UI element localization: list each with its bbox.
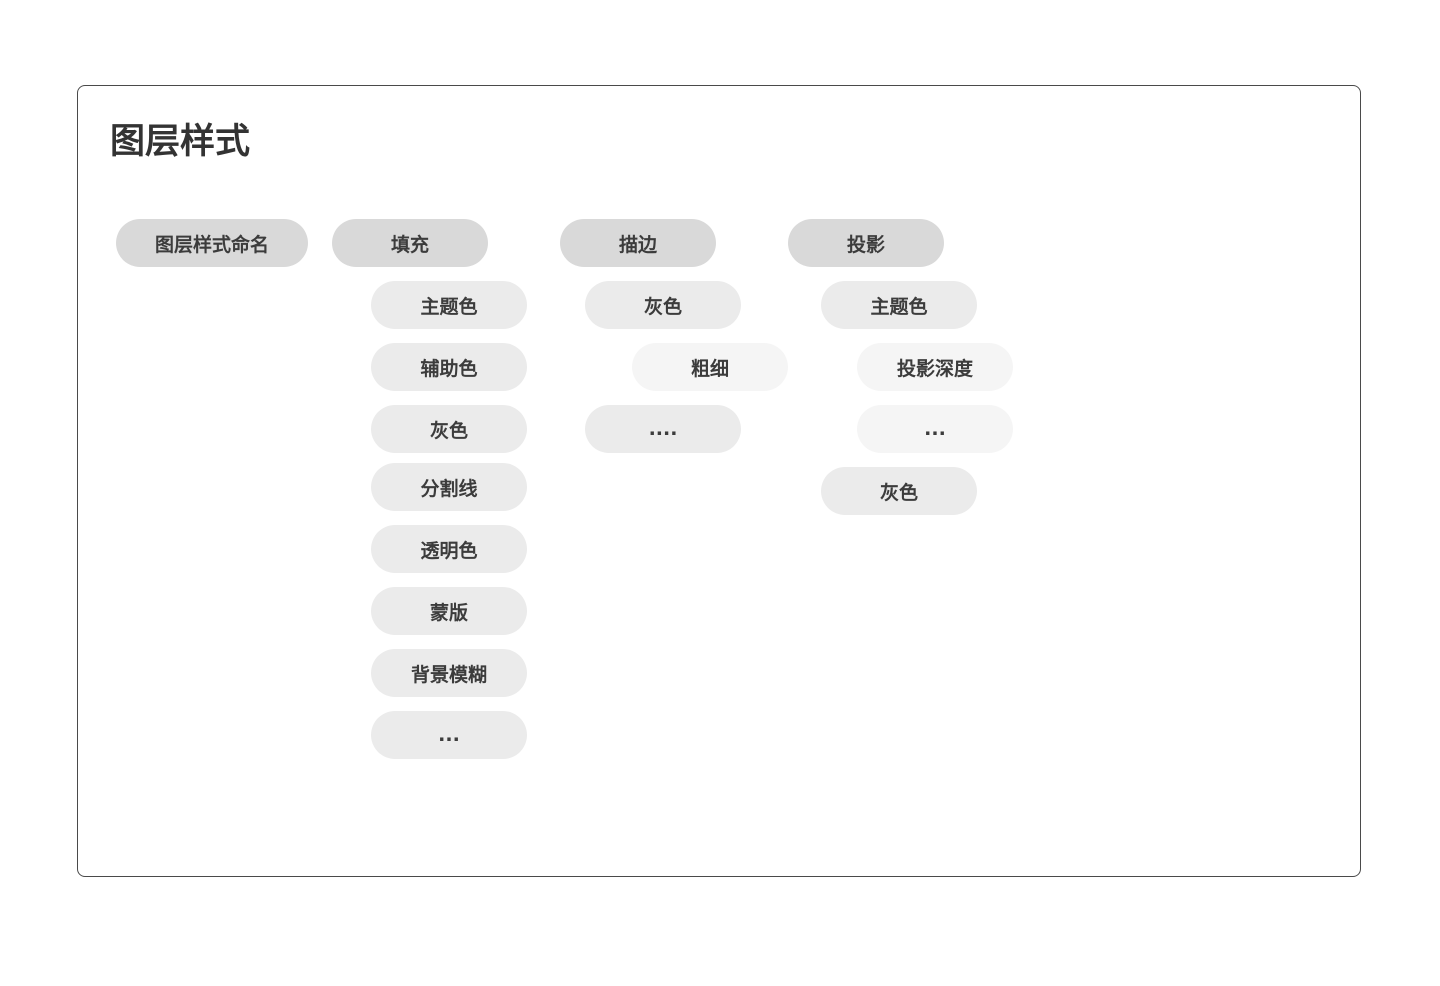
fill-item-background-blur: 背景模糊	[371, 649, 527, 697]
header-fill: 填充	[332, 219, 488, 267]
shadow-item-theme-color: 主题色	[821, 281, 977, 329]
fill-item-secondary-color: 辅助色	[371, 343, 527, 391]
fill-item-transparent: 透明色	[371, 525, 527, 573]
stroke-item-more: ....	[585, 405, 741, 453]
stroke-item-weight: 粗细	[632, 343, 788, 391]
fill-item-gray: 灰色	[371, 405, 527, 453]
shadow-item-gray: 灰色	[821, 467, 977, 515]
fill-item-divider: 分割线	[371, 463, 527, 511]
shadow-item-depth: 投影深度	[857, 343, 1013, 391]
header-layer-style-naming: 图层样式命名	[116, 219, 308, 267]
fill-item-theme-color: 主题色	[371, 281, 527, 329]
stroke-item-gray: 灰色	[585, 281, 741, 329]
layer-style-panel	[77, 85, 1361, 877]
header-stroke: 描边	[560, 219, 716, 267]
fill-item-mask: 蒙版	[371, 587, 527, 635]
header-shadow: 投影	[788, 219, 944, 267]
fill-item-more: ...	[371, 711, 527, 759]
shadow-item-more: ...	[857, 405, 1013, 453]
page-title: 图层样式	[110, 122, 251, 162]
